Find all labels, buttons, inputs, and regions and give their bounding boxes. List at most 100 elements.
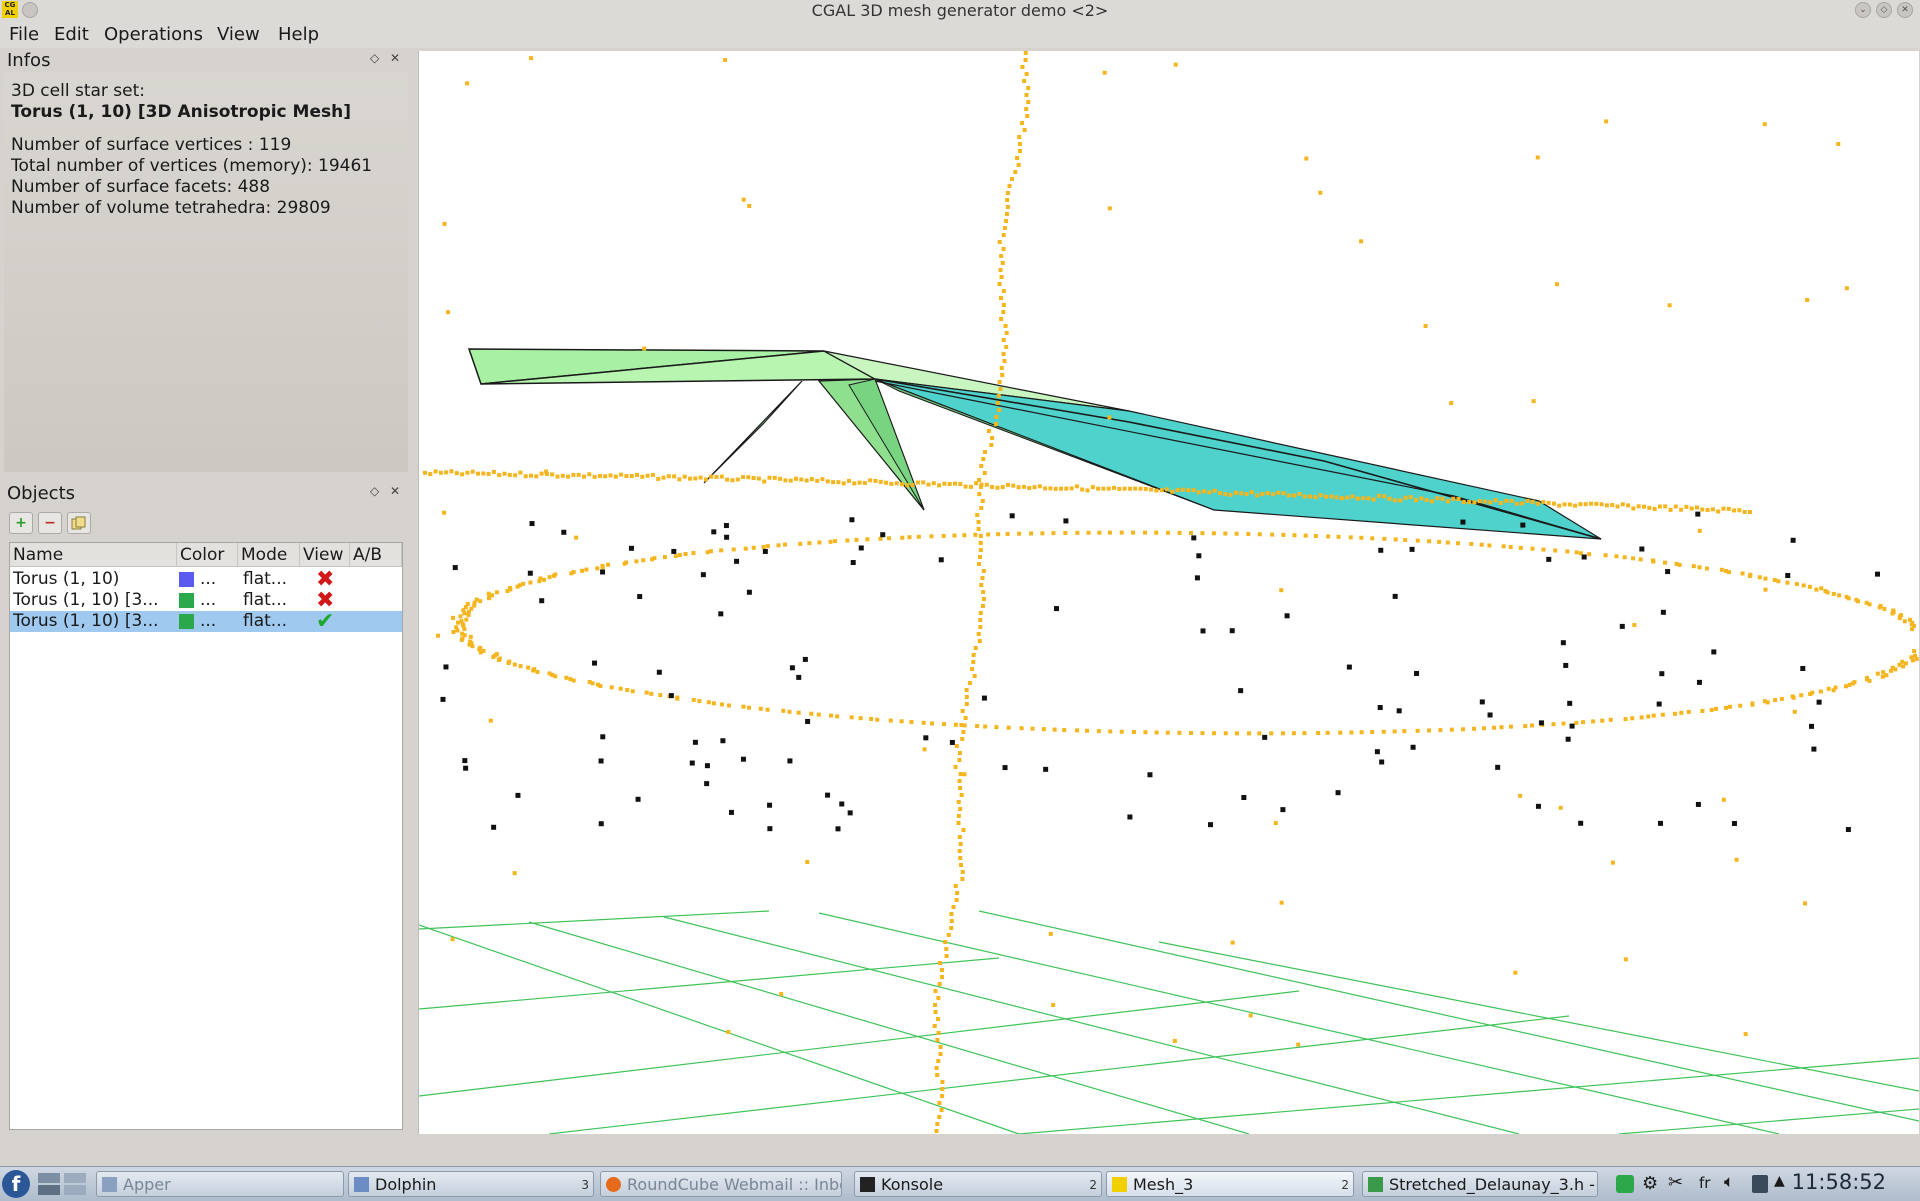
3d-scene-canvas[interactable] — [418, 51, 1920, 1135]
mesh-vertex-point — [711, 529, 717, 535]
torus-sample-point — [512, 662, 517, 667]
fedora-launcher-icon[interactable]: f — [2, 1170, 30, 1198]
torus-sample-point — [1719, 567, 1724, 572]
torus-sample-point — [1280, 731, 1285, 736]
column-header-ab[interactable]: A/B — [350, 543, 402, 567]
task-apper[interactable]: Apper — [96, 1171, 344, 1197]
torus-sample-point — [1438, 728, 1443, 733]
show-hidden-icons[interactable]: ▲ — [1774, 1173, 1785, 1189]
torus-sample-point — [1846, 596, 1851, 601]
keyboard-layout[interactable]: fr — [1699, 1174, 1710, 1192]
volume-icon[interactable]: 🔈︎ — [1724, 1172, 1734, 1192]
mesh-vertex-point — [628, 545, 634, 551]
pager-widget[interactable] — [36, 1171, 92, 1197]
updates-check-icon[interactable] — [1616, 1175, 1634, 1193]
task-roundcube[interactable]: RoundCube Webmail :: Inbo — [600, 1171, 842, 1197]
close-window-button[interactable]: ✕ — [1897, 2, 1913, 18]
torus-sample-point — [486, 471, 491, 476]
mesh-vertex-point — [724, 534, 730, 540]
table-row[interactable]: Torus (1, 10) [3... ... flat... ✖ — [10, 590, 402, 611]
color-swatch[interactable] — [179, 593, 194, 608]
render-mode[interactable]: flat... — [243, 611, 287, 632]
torus-sample-point — [1017, 531, 1022, 536]
axis-sample-point — [978, 618, 983, 622]
axis-sample-point — [956, 814, 961, 818]
scatter-sample-point — [805, 860, 810, 865]
table-row[interactable]: Torus (1, 10) [3... ... flat... ✔ — [10, 611, 402, 632]
axis-sample-point — [940, 1087, 945, 1091]
mesh-vertex-point — [443, 664, 449, 670]
minimize-button[interactable]: ⌄ — [1855, 2, 1871, 18]
torus-sample-point — [1615, 504, 1620, 509]
task-konsole[interactable]: Konsole 2 — [854, 1171, 1102, 1197]
torus-sample-point — [1403, 495, 1408, 500]
torus-sample-point — [433, 469, 438, 474]
menu-file[interactable]: File — [9, 24, 39, 45]
torus-sample-point — [1573, 503, 1578, 508]
axis-sample-point — [1023, 51, 1028, 55]
close-panel-icon[interactable]: ✕ — [390, 51, 400, 65]
torus-sample-point — [1801, 583, 1806, 588]
torus-sample-point — [1202, 489, 1207, 494]
torus-sample-point — [765, 544, 770, 549]
torus-sample-point — [459, 619, 464, 624]
column-header-name[interactable]: Name — [10, 543, 177, 567]
torus-sample-point — [1509, 498, 1514, 503]
duplicate-object-button[interactable] — [67, 512, 91, 534]
render-mode[interactable]: flat... — [243, 569, 287, 590]
hidden-x-icon[interactable]: ✖ — [316, 569, 334, 590]
3d-viewer[interactable] — [418, 51, 1920, 1135]
render-mode[interactable]: flat... — [243, 590, 287, 611]
torus-sample-point — [494, 652, 499, 657]
torus-sample-point — [1508, 545, 1513, 550]
torus-sample-point — [1461, 727, 1466, 732]
hidden-x-icon[interactable]: ✖ — [316, 590, 334, 611]
torus-sample-point — [1636, 504, 1641, 509]
float-panel-icon[interactable]: ◇ — [370, 484, 379, 498]
scatter-sample-point — [1048, 931, 1053, 936]
torus-sample-point — [1361, 496, 1366, 501]
color-swatch[interactable] — [179, 572, 194, 587]
torus-sample-point — [460, 631, 465, 636]
visible-check-icon[interactable]: ✔ — [316, 611, 334, 632]
task-dolphin[interactable]: Dolphin 3 — [348, 1171, 594, 1197]
torus-sample-point — [564, 675, 569, 680]
column-header-color[interactable]: Color — [177, 543, 238, 567]
table-row[interactable]: Torus (1, 10) ... flat... ✖ — [10, 569, 402, 590]
torus-sample-point — [719, 548, 724, 553]
torus-sample-point — [1143, 730, 1148, 735]
menu-operations[interactable]: Operations — [104, 24, 203, 45]
scissors-icon[interactable]: ✂ — [1668, 1172, 1683, 1193]
torus-sample-point — [767, 475, 772, 480]
task-mesh3[interactable]: Mesh_3 2 — [1106, 1171, 1354, 1197]
float-panel-icon[interactable]: ◇ — [370, 51, 379, 65]
axis-sample-point — [1001, 247, 1006, 251]
torus-sample-point — [1882, 606, 1887, 611]
maximize-button[interactable]: ◇ — [1876, 2, 1892, 18]
settings-gear-icon[interactable]: ⚙ — [1642, 1173, 1658, 1194]
task-stretched-delaunay[interactable]: Stretched_Delaunay_3.h - A — [1362, 1171, 1598, 1197]
torus-sample-point — [804, 478, 809, 483]
clock[interactable]: 11:58:52 — [1792, 1170, 1886, 1194]
column-header-mode[interactable]: Mode — [238, 543, 300, 567]
color-swatch[interactable] — [179, 614, 194, 629]
menu-help[interactable]: Help — [278, 24, 319, 45]
add-object-button[interactable]: + — [9, 512, 33, 534]
mesh-vertex-point — [880, 532, 886, 538]
battery-icon[interactable] — [1752, 1175, 1768, 1193]
torus-sample-point — [1807, 584, 1812, 589]
menu-view[interactable]: View — [217, 24, 260, 45]
torus-sample-point — [761, 544, 766, 549]
remove-object-button[interactable]: − — [38, 512, 62, 534]
torus-sample-point — [1679, 507, 1684, 512]
close-panel-icon[interactable]: ✕ — [390, 484, 400, 498]
menu-edit[interactable]: Edit — [54, 24, 89, 45]
torus-sample-point — [1154, 730, 1159, 735]
column-header-view[interactable]: View — [300, 543, 350, 567]
torus-sample-point — [529, 473, 533, 478]
torus-sample-point — [1246, 531, 1251, 536]
torus-sample-point — [1672, 711, 1677, 716]
torus-sample-point — [1228, 492, 1233, 497]
axis-sample-point — [1013, 170, 1018, 174]
torus-sample-point — [878, 536, 883, 541]
